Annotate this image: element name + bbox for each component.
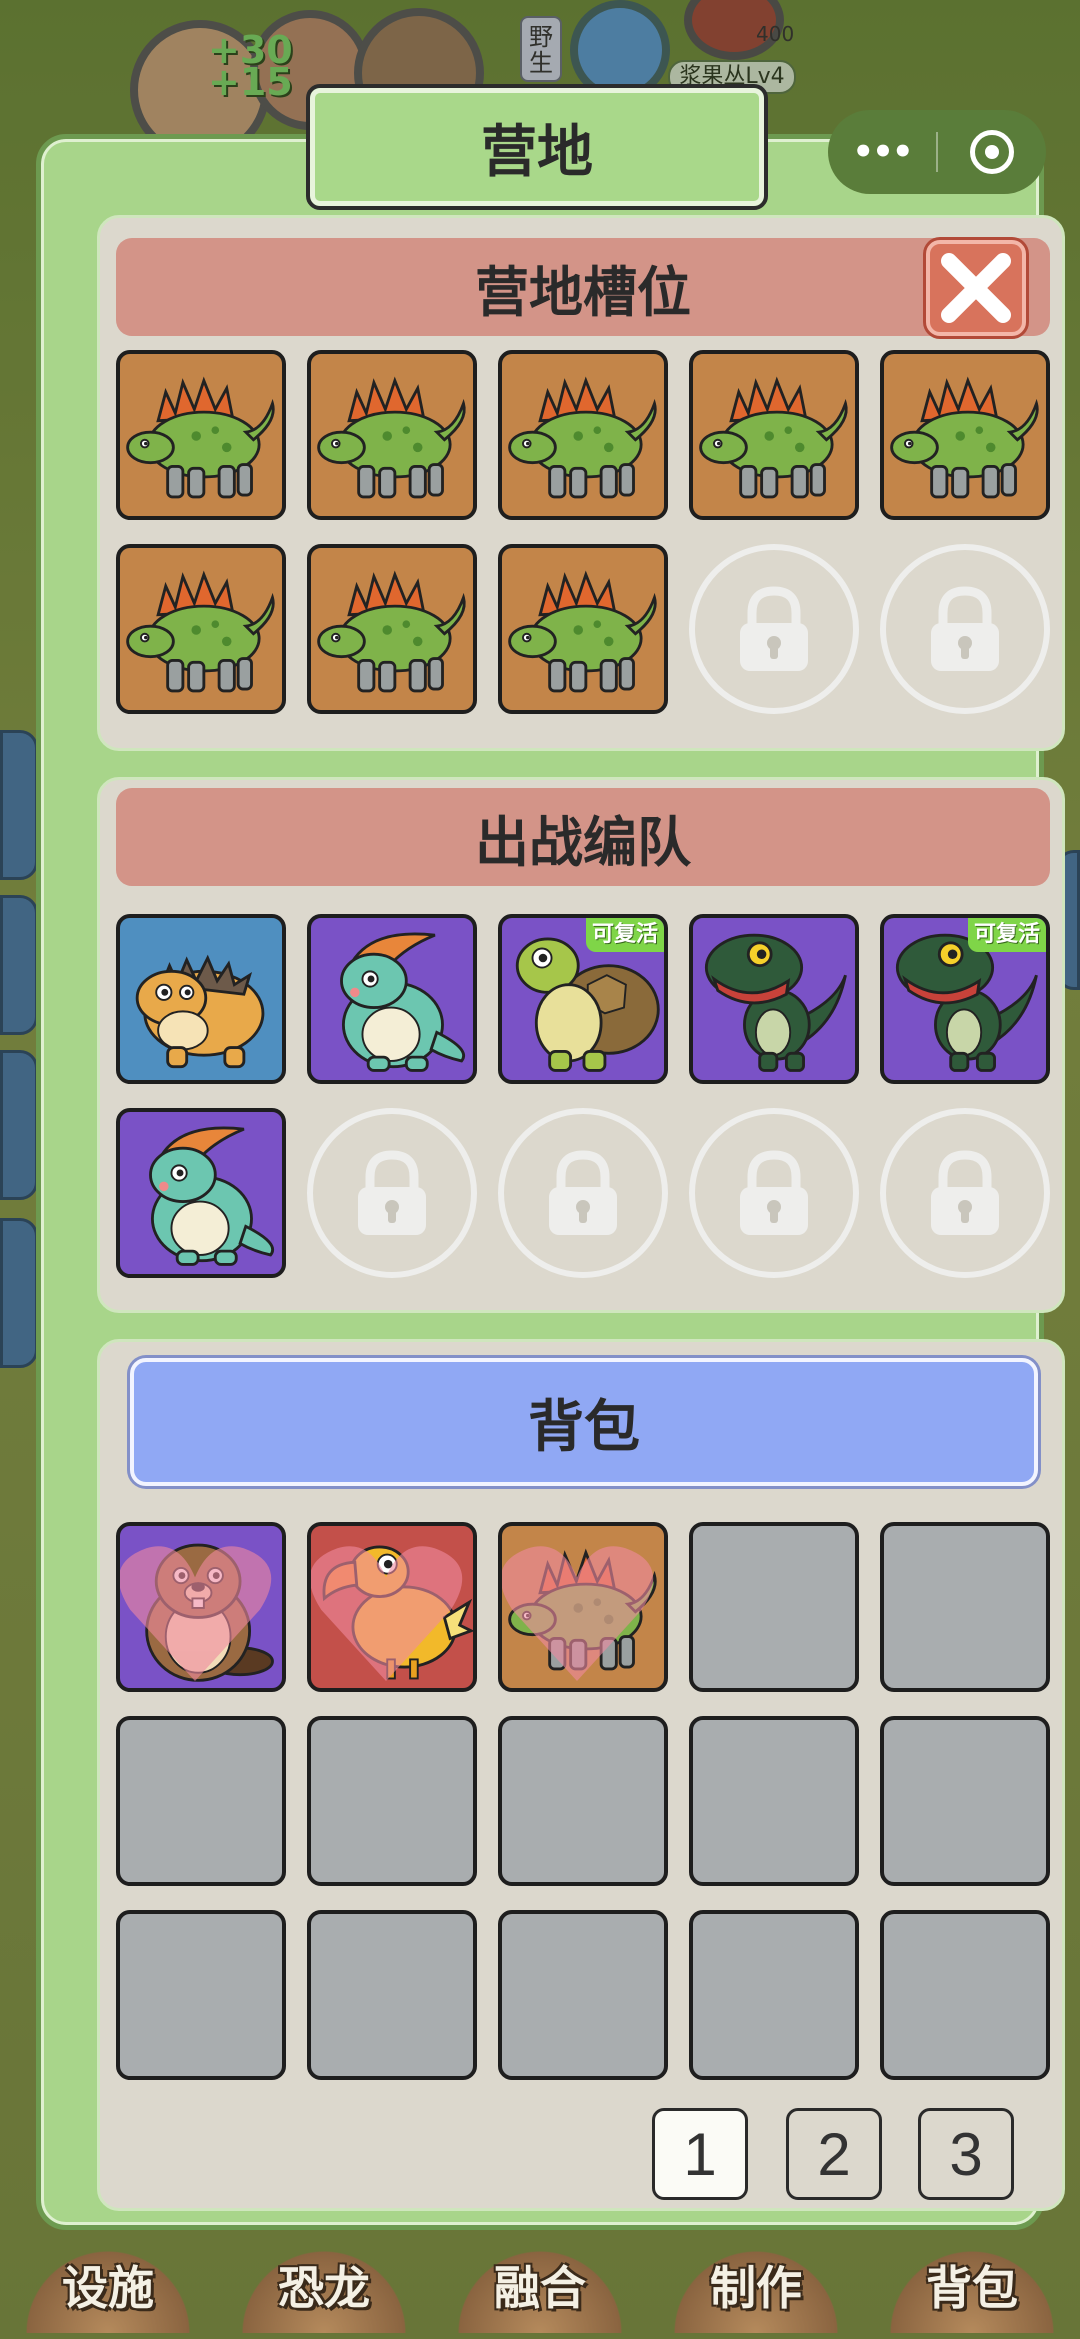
- empty-slot[interactable]: [880, 1910, 1050, 2080]
- favorite-heart-icon: [311, 1546, 463, 1682]
- revivable-badge: 可复活: [585, 918, 664, 952]
- camp-modal: 营地槽位 出战编队 可复活 可复活 背包 1 2 3: [36, 134, 1065, 2230]
- empty-slot[interactable]: [880, 1716, 1050, 1886]
- stegosaurus-icon: [502, 354, 664, 516]
- more-dots-icon[interactable]: •••: [828, 132, 936, 172]
- stegosaurus-icon: [884, 354, 1046, 516]
- creature-slot-stegosaurus[interactable]: [498, 350, 668, 520]
- creature-slot-ankylosaurus[interactable]: [116, 914, 286, 1084]
- page-button-3[interactable]: 3: [918, 2108, 1014, 2200]
- lock-icon: [931, 586, 999, 671]
- empty-slot[interactable]: [307, 1910, 477, 2080]
- locked-slot: [880, 1108, 1050, 1278]
- creature-slot-stegosaurus[interactable]: [307, 350, 477, 520]
- creature-slot-parasaurolophus[interactable]: [307, 914, 477, 1084]
- empty-slot[interactable]: [689, 1910, 859, 2080]
- nav-fusion[interactable]: 融合: [440, 2243, 640, 2333]
- locked-slot: [689, 544, 859, 714]
- battle-team-panel: 出战编队 可复活 可复活: [97, 777, 1065, 1313]
- close-button[interactable]: [926, 240, 1026, 336]
- nav-crafting[interactable]: 制作: [656, 2243, 856, 2333]
- target-circle-icon[interactable]: [938, 130, 1046, 174]
- creature-slot-stegosaurus[interactable]: [498, 544, 668, 714]
- empty-slot[interactable]: [307, 1716, 477, 1886]
- empty-slot[interactable]: [880, 1522, 1050, 1692]
- nav-facilities[interactable]: 设施: [8, 2243, 208, 2333]
- parasaurolophus-icon: [120, 1112, 282, 1274]
- revivable-badge: 可复活: [967, 918, 1046, 952]
- miniprogram-capsule: •••: [828, 110, 1046, 194]
- lock-icon: [740, 586, 808, 671]
- lock-icon: [549, 1150, 617, 1235]
- battle-team-header: 出战编队: [116, 788, 1050, 886]
- camp-slots-header: 营地槽位: [116, 238, 1050, 336]
- creature-slot-stegosaurus[interactable]: [116, 350, 286, 520]
- ankylosaurus-icon: [120, 918, 282, 1080]
- parasaurolophus-icon: [311, 918, 473, 1080]
- locked-slot: [498, 1108, 668, 1278]
- lock-icon: [740, 1150, 808, 1235]
- page-button-2[interactable]: 2: [786, 2108, 882, 2200]
- backpack-panel: 背包 1 2 3: [97, 1339, 1065, 2211]
- empty-slot[interactable]: [689, 1522, 859, 1692]
- stegosaurus-icon: [502, 548, 664, 710]
- empty-slot[interactable]: [498, 1910, 668, 2080]
- close-x-icon: [941, 253, 1011, 323]
- lock-icon: [358, 1150, 426, 1235]
- modal-title: 营地: [306, 84, 768, 210]
- favorite-heart-icon: [120, 1546, 272, 1682]
- t-rex-icon: [693, 918, 855, 1080]
- creature-slot-parasaurolophus[interactable]: [116, 1108, 286, 1278]
- creature-slot-turtle[interactable]: 可复活: [498, 914, 668, 1084]
- stegosaurus-icon: [693, 354, 855, 516]
- creature-slot-beaver[interactable]: [116, 1522, 286, 1692]
- stegosaurus-icon: [311, 548, 473, 710]
- creature-slot-dodo[interactable]: [307, 1522, 477, 1692]
- creature-slot-t-rex[interactable]: [689, 914, 859, 1084]
- empty-slot[interactable]: [116, 1910, 286, 2080]
- backpack-header[interactable]: 背包: [130, 1358, 1038, 1486]
- locked-slot: [880, 544, 1050, 714]
- empty-slot[interactable]: [689, 1716, 859, 1886]
- locked-slot: [689, 1108, 859, 1278]
- favorite-heart-icon: [502, 1546, 654, 1682]
- creature-slot-stegosaurus[interactable]: [880, 350, 1050, 520]
- nav-backpack[interactable]: 背包: [872, 2243, 1072, 2333]
- lock-icon: [931, 1150, 999, 1235]
- locked-slot: [307, 1108, 477, 1278]
- creature-slot-t-rex[interactable]: 可复活: [880, 914, 1050, 1084]
- stegosaurus-icon: [120, 548, 282, 710]
- stegosaurus-icon: [311, 354, 473, 516]
- empty-slot[interactable]: [498, 1716, 668, 1886]
- creature-slot-stegosaurus[interactable]: [689, 350, 859, 520]
- stegosaurus-icon: [120, 354, 282, 516]
- creature-slot-stegosaurus[interactable]: [498, 1522, 668, 1692]
- page-button-1[interactable]: 1: [652, 2108, 748, 2200]
- camp-slots-panel: 营地槽位: [97, 215, 1065, 751]
- nav-dinosaurs[interactable]: 恐龙: [224, 2243, 424, 2333]
- empty-slot[interactable]: [116, 1716, 286, 1886]
- creature-slot-stegosaurus[interactable]: [307, 544, 477, 714]
- creature-slot-stegosaurus[interactable]: [116, 544, 286, 714]
